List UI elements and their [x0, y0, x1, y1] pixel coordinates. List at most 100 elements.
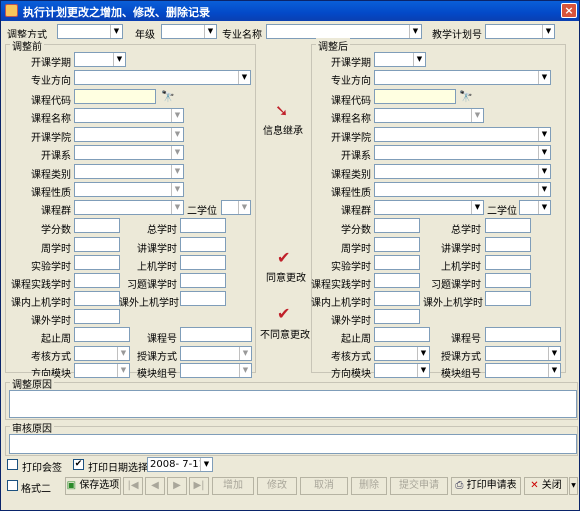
before-lecture-hours-input[interactable]	[180, 237, 226, 252]
after-cgroup-select[interactable]: ▼	[374, 200, 484, 215]
after-in-lab-hours-input[interactable]	[374, 291, 420, 306]
before-term-select[interactable]: ▼	[74, 52, 126, 67]
after-lecture-hours-label: 讲课学时	[441, 244, 481, 255]
after-exam-method-select[interactable]: ▼	[374, 346, 430, 361]
before-week-hours-input[interactable]	[74, 237, 120, 252]
before-in-lab-hours-input[interactable]	[74, 291, 120, 306]
before-nature-select[interactable]: ▼	[74, 182, 184, 197]
after-lab-hours-input[interactable]	[485, 255, 531, 270]
next-button[interactable]: ▶	[167, 477, 187, 495]
binoculars-icon[interactable]: 🔭	[457, 89, 475, 104]
agree-button[interactable]: 同意更改	[266, 269, 306, 284]
print-date-checkbox[interactable]: ✔	[73, 459, 84, 470]
after-direction-select[interactable]: ▼	[374, 70, 551, 85]
before-college-select[interactable]: ▼	[74, 127, 184, 142]
after-code-input[interactable]	[374, 89, 456, 104]
chevron-down-icon: ▼	[171, 146, 183, 159]
print-sign-checkbox[interactable]	[7, 459, 18, 470]
after-college-select[interactable]: ▼	[374, 127, 551, 142]
chevron-down-icon: ▼	[117, 347, 129, 360]
exercise-hours-label: 习题课学时	[127, 280, 177, 291]
after-out-lab-hours-label: 课外上机学时	[423, 298, 483, 309]
after-practice-hours-input[interactable]	[374, 273, 420, 288]
format2-label: 格式二	[21, 484, 51, 495]
close-icon[interactable]: ×	[561, 3, 577, 18]
adjust-method-select[interactable]: ▼	[57, 24, 123, 39]
after-total-hours-input[interactable]	[485, 218, 531, 233]
before-exam-method-select[interactable]: ▼	[74, 346, 130, 361]
before-dir-module-select[interactable]: ▼	[74, 363, 130, 378]
before-category-select[interactable]: ▼	[74, 164, 184, 179]
after-teach-method-select[interactable]: ▼	[485, 346, 561, 361]
print-form-button[interactable]: ⎙ 打印申请表	[451, 477, 521, 495]
before-exercise-hours-input[interactable]	[180, 273, 226, 288]
before-lab-hours-input[interactable]	[180, 255, 226, 270]
chevron-down-icon: ▼	[171, 109, 183, 122]
before-practice-hours-input[interactable]	[74, 273, 120, 288]
before-module-group-select[interactable]: ▼	[180, 363, 252, 378]
inherit-arrow-icon[interactable]: ➘	[275, 101, 288, 120]
before-cgroup-select[interactable]: ▼	[74, 200, 184, 215]
after-dir-module-label: 方向模块	[331, 369, 371, 380]
major-select[interactable]: ▼	[266, 24, 422, 39]
chevron-down-icon: ▼	[538, 71, 550, 84]
before-credits-input[interactable]	[74, 218, 120, 233]
before-code-input[interactable]	[74, 89, 156, 104]
last-button[interactable]: ▶|	[189, 477, 209, 495]
after-start-end-week-input[interactable]	[374, 327, 430, 342]
before-start-end-week-input[interactable]	[74, 327, 130, 342]
save-options-button[interactable]: ▣ 保存选项	[65, 477, 121, 495]
after-exp-hours-input[interactable]	[374, 255, 420, 270]
format2-checkbox[interactable]	[7, 480, 18, 491]
binoculars-icon[interactable]: 🔭	[159, 89, 177, 104]
plan-no-select[interactable]: ▼	[485, 24, 555, 39]
after-exercise-hours-input[interactable]	[485, 273, 531, 288]
disagree-button[interactable]: 不同意更改	[260, 326, 310, 341]
after-dept-select[interactable]: ▼	[374, 145, 551, 160]
before-course-no-input[interactable]	[180, 327, 252, 342]
after-week-hours-input[interactable]	[374, 237, 420, 252]
before-name-select[interactable]: ▼	[74, 108, 184, 123]
before-extra-hours-input[interactable]	[74, 309, 120, 324]
prev-button[interactable]: ◀	[145, 477, 165, 495]
close-button[interactable]: ✕ 关闭	[524, 477, 568, 495]
before-out-lab-hours-input[interactable]	[180, 291, 226, 306]
before-teach-method-select[interactable]: ▼	[180, 346, 252, 361]
after-term-select[interactable]: ▼	[374, 52, 426, 67]
chevron-down-icon: ▼	[171, 201, 183, 214]
before-dept-select[interactable]: ▼	[74, 145, 184, 160]
review-textarea[interactable]	[9, 434, 577, 454]
after-out-lab-hours-input[interactable]	[485, 291, 531, 306]
after-dir-module-select[interactable]: ▼	[374, 363, 430, 378]
first-button[interactable]: |◀	[123, 477, 143, 495]
after-lecture-hours-input[interactable]	[485, 237, 531, 252]
add-button[interactable]: 增加	[212, 477, 254, 495]
after-course-no-input[interactable]	[485, 327, 561, 342]
after-nature-select[interactable]: ▼	[374, 182, 551, 197]
save-icon: ▣	[66, 480, 77, 491]
after-credits-label: 学分数	[341, 225, 371, 236]
reason-textarea[interactable]	[9, 390, 577, 418]
after-module-group-select[interactable]: ▼	[485, 363, 561, 378]
cancel-button[interactable]: 取消	[300, 477, 348, 495]
inherit-button[interactable]: 信息继承	[263, 122, 303, 137]
delete-button[interactable]: 删除	[351, 477, 387, 495]
after-credits-input[interactable]	[374, 218, 420, 233]
scroll-down-icon[interactable]: ▼	[569, 477, 578, 495]
agree-check-icon[interactable]: ✔	[277, 248, 290, 267]
edit-button[interactable]: 修改	[257, 477, 297, 495]
after-name-select[interactable]: ▼	[374, 108, 484, 123]
grade-select[interactable]: ▼	[161, 24, 217, 39]
after-category-select[interactable]: ▼	[374, 164, 551, 179]
week-hours-label: 周学时	[41, 244, 71, 255]
before-direction-select[interactable]: ▼	[74, 70, 251, 85]
after-degree2-select[interactable]: ▼	[519, 200, 551, 215]
date-picker[interactable]: 2008- 7-11 ▼	[147, 457, 213, 472]
chevron-down-icon: ▼	[171, 165, 183, 178]
before-degree2-select[interactable]: ▼	[221, 200, 251, 215]
after-extra-hours-input[interactable]	[374, 309, 420, 324]
before-total-hours-input[interactable]	[180, 218, 226, 233]
disagree-check-icon[interactable]: ✔	[277, 304, 290, 323]
submit-button[interactable]: 提交申请	[390, 477, 448, 495]
before-exp-hours-input[interactable]	[74, 255, 120, 270]
